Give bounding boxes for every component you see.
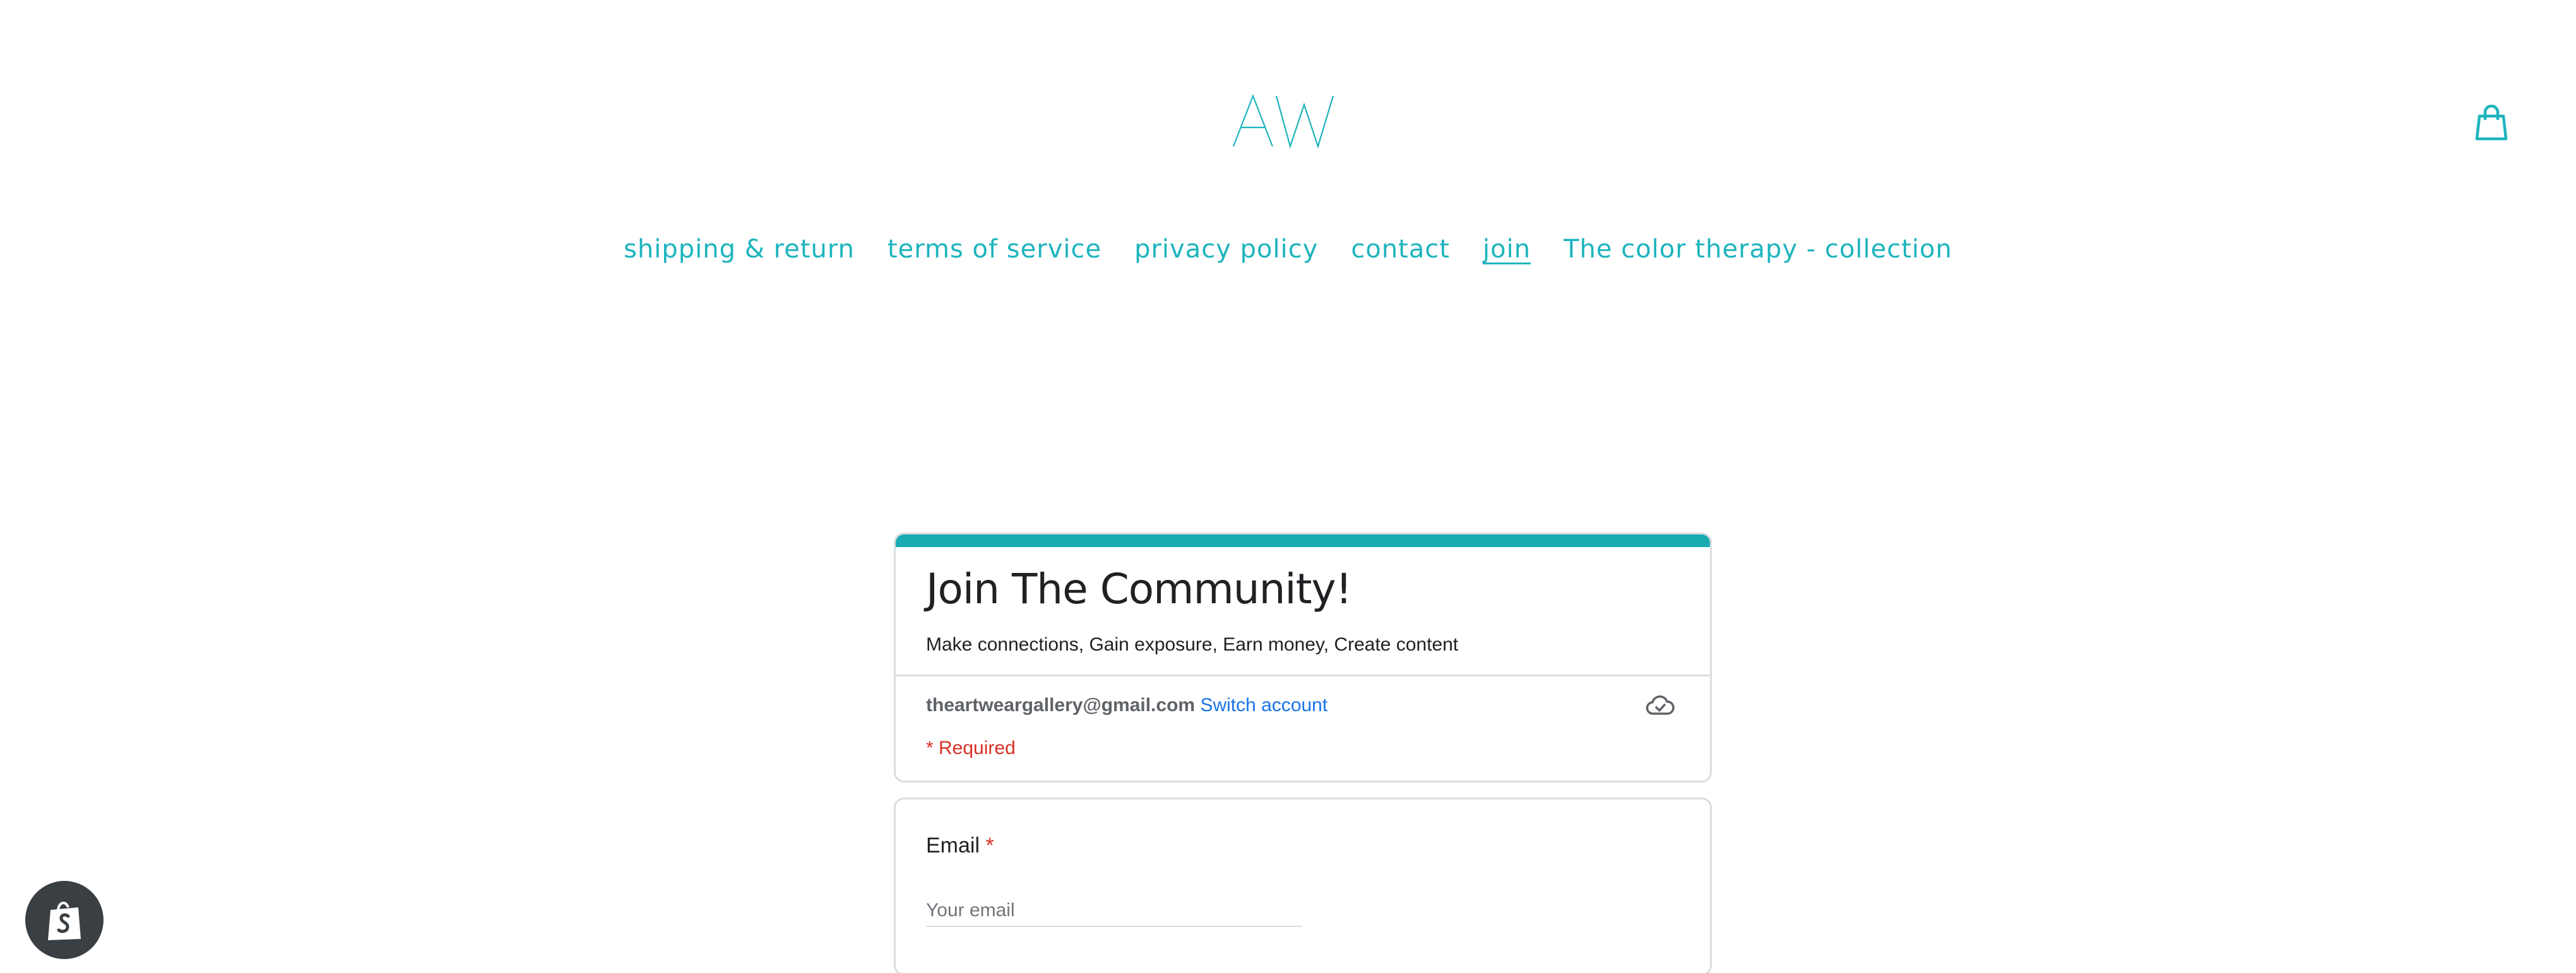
site-logo[interactable]	[1225, 88, 1351, 158]
main-nav: shipping & return terms of service priva…	[0, 235, 2576, 264]
shopify-bag-icon	[48, 901, 81, 940]
account-email: theartweargallery@gmail.com	[926, 695, 1196, 716]
email-question-text: Email	[926, 834, 980, 858]
form-header-card: Join The Community! Make connections, Ga…	[894, 533, 1712, 782]
required-note: * Required	[926, 738, 1016, 758]
nav-link-color-therapy-collection[interactable]: The color therapy - collection	[1564, 235, 1952, 264]
account-row: theartweargallery@gmail.com Switch accou…	[926, 695, 1327, 716]
nav-link-privacy-policy[interactable]: privacy policy	[1134, 235, 1318, 264]
form-accent-bar	[896, 534, 1710, 547]
shopify-badge-button[interactable]	[25, 881, 104, 959]
cart-button[interactable]	[2474, 104, 2508, 141]
nav-link-contact[interactable]: contact	[1351, 235, 1450, 264]
aw-logo-mark	[1232, 93, 1334, 149]
email-question-card: Email *	[894, 798, 1712, 973]
form-description: Make connections, Gain exposure, Earn mo…	[926, 634, 1459, 655]
nav-link-terms-of-service[interactable]: terms of service	[887, 235, 1101, 264]
email-question-label: Email *	[926, 834, 994, 858]
switch-account-link[interactable]: Switch account	[1200, 695, 1327, 716]
header-divider	[896, 675, 1710, 676]
form-title: Join The Community!	[926, 565, 1352, 613]
shopping-bag-icon	[2475, 104, 2508, 141]
nav-link-join[interactable]: join	[1483, 235, 1531, 264]
email-input[interactable]	[926, 895, 1302, 927]
nav-link-shipping-return[interactable]: shipping & return	[624, 235, 855, 264]
cloud-icon	[1646, 693, 1675, 719]
required-asterisk: *	[985, 834, 994, 858]
